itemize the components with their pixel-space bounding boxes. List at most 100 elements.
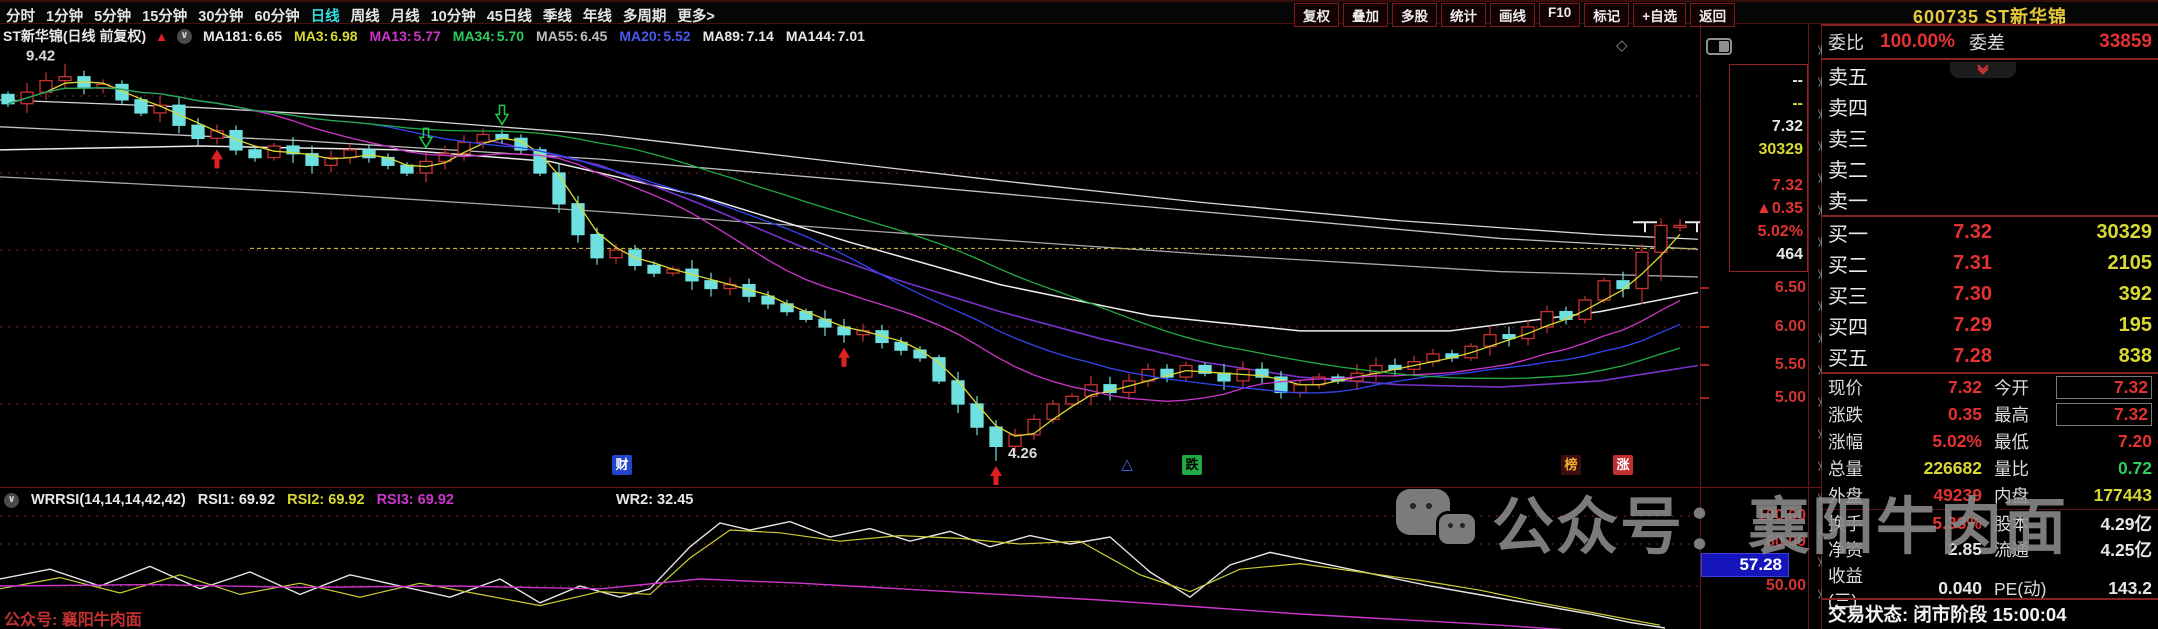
- event-marker[interactable]: △: [1117, 455, 1137, 475]
- sell-order-row[interactable]: 卖一: [1822, 184, 2158, 215]
- chart-name-label: ST新华锦(日线 前复权): [3, 28, 147, 44]
- period-tab[interactable]: 分时: [6, 5, 35, 26]
- period-tab[interactable]: 季线: [543, 5, 572, 26]
- indicator-header: ∨ WRRSI(14,14,14,42,42) RSI1: 69.92 RSI2:…: [0, 489, 1700, 511]
- indicator-axis-label: 80.00: [1765, 533, 1806, 550]
- weicha-value: 33859: [2099, 31, 2152, 52]
- expand-orderbook-tab[interactable]: [1950, 60, 2016, 78]
- axis-tick: [1700, 326, 1709, 328]
- period-tab[interactable]: 60分钟: [254, 5, 299, 26]
- svg-text:4.26: 4.26: [1008, 445, 1037, 462]
- indicator-axis-label: 50.00: [1765, 577, 1806, 594]
- ma-value: MA181: 6.65: [202, 28, 283, 44]
- stat-row: 外盘 49239 内盘 177443: [1828, 485, 2152, 506]
- buy-order-row[interactable]: 买一 7.32 30329: [1822, 217, 2158, 248]
- event-marker[interactable]: 涨: [1613, 455, 1633, 475]
- split-window-icon[interactable]: [1706, 38, 1732, 55]
- mini-quote-value: 30329: [1758, 141, 1804, 158]
- period-tab[interactable]: 1分钟: [46, 5, 83, 26]
- toolbar-button[interactable]: 画线: [1490, 3, 1535, 27]
- buy-order-row[interactable]: 买五 7.28 838: [1822, 341, 2158, 372]
- mini-quote-value: 5.02%: [1757, 223, 1803, 240]
- indicator-formula: WRRSI(14,14,14,42,42): [31, 492, 186, 508]
- toolbar-buttons: 复权 叠加 多股 统计 画线 F10 标记 +自选 返回: [1294, 3, 1736, 27]
- ma-value: MA55: 6.45: [536, 28, 608, 44]
- indicator-value: RSI1: 69.92: [197, 492, 276, 508]
- indicator-axis-label: 100.00: [1757, 507, 1806, 524]
- trading-terminal: 分时 1分钟 5分钟 15分钟 30分钟 60分钟 日线 周线 月线 10分钟 45日线 季线 年线 多周…: [0, 0, 2158, 629]
- buy-order-row[interactable]: 买二 7.31 2105: [1822, 248, 2158, 279]
- svg-text:9.42: 9.42: [26, 48, 55, 65]
- sell-order-row[interactable]: 卖二: [1822, 153, 2158, 184]
- mini-quote-value: 7.32: [1771, 177, 1803, 194]
- ma-value: MA144: 7.01: [785, 28, 865, 44]
- up-arrow-icon: ▲: [155, 28, 168, 44]
- quote-panel: 委比 100.00% 委差 33859 卖五 卖四 卖三 卖二 卖一 买一 7.…: [1822, 24, 2158, 629]
- period-tab[interactable]: 10分钟: [431, 5, 476, 26]
- sell-orders: 卖五 卖四 卖三 卖二 卖一: [1822, 60, 2158, 215]
- toolbar-button[interactable]: 标记: [1584, 3, 1630, 27]
- sell-order-row[interactable]: 卖四: [1822, 91, 2158, 122]
- buy-order-row[interactable]: 买三 7.30 392: [1822, 279, 2158, 310]
- period-tab[interactable]: 更多>: [677, 5, 714, 26]
- weibi-label: 委比: [1828, 33, 1864, 53]
- event-marker[interactable]: 榜: [1561, 455, 1581, 475]
- period-tab[interactable]: 45日线: [487, 5, 532, 26]
- period-tab[interactable]: 日线: [311, 5, 340, 26]
- toolbar-button[interactable]: 返回: [1690, 3, 1736, 27]
- sell-order-row[interactable]: 卖三: [1822, 122, 2158, 153]
- stock-stats: 现价 7.32 今开 7.32 涨跌 0.35 最高 7.32 涨幅 5.02% 最低 7.…: [1822, 374, 2158, 611]
- indicator-value: RSI3: 69.92: [376, 492, 454, 508]
- order-queue-strip[interactable]: 卖卖卖卖卖卖卖卖卖卖买买买买买买买买: [1808, 24, 1828, 629]
- ma-value: MA3: 6.98: [294, 28, 358, 44]
- event-marker[interactable]: 财: [612, 455, 632, 475]
- period-tab[interactable]: 月线: [391, 5, 420, 26]
- mini-quote-value: 464: [1776, 246, 1803, 263]
- price-axis-label: 5.50: [1774, 356, 1806, 373]
- period-tab[interactable]: 15分钟: [142, 5, 187, 26]
- period-tab[interactable]: 30分钟: [198, 5, 243, 26]
- diamond-icon[interactable]: ◇: [1616, 36, 1628, 54]
- mini-quote-value: ▲0.35: [1756, 200, 1803, 217]
- toolbar-button[interactable]: 叠加: [1343, 3, 1388, 27]
- weicha-label: 委差: [1969, 33, 2006, 53]
- toolbar-button[interactable]: 复权: [1294, 3, 1339, 27]
- stat-row: 收益(三) 0.040 PE(动) 143.2: [1828, 566, 2152, 611]
- toolbar-button[interactable]: 多股: [1392, 3, 1437, 27]
- event-marker[interactable]: 跌: [1182, 455, 1202, 475]
- period-tab[interactable]: 5分钟: [94, 5, 131, 26]
- toolbar-button[interactable]: 统计: [1441, 3, 1486, 27]
- mini-quote-value: --: [1792, 72, 1803, 89]
- mini-quote-box: -- -- 7.32 30329 7.32 ▲0.35 5.02% 464: [1729, 64, 1808, 272]
- ma-value: MA20: 5.52: [619, 28, 691, 44]
- buy-order-row[interactable]: 买四 7.29 195: [1822, 310, 2158, 341]
- toolbar-button[interactable]: F10: [1539, 3, 1581, 27]
- ma-value: MA34: 5.70: [452, 28, 525, 44]
- price-axis-label: 6.50: [1774, 279, 1806, 296]
- price-axis-label: 6.00: [1774, 318, 1806, 335]
- indicator-current-value-badge: 57.28: [1701, 553, 1789, 577]
- ma-value: MA89: 7.14: [702, 28, 774, 44]
- watermark-small: 公众号: 襄阳牛肉面: [4, 612, 142, 629]
- weibi-value: 100.00%: [1880, 31, 1956, 52]
- stat-row: 净资 2.85 流通 4.25亿: [1828, 539, 2152, 560]
- toolbar-button[interactable]: +自选: [1633, 3, 1687, 27]
- period-tab[interactable]: 周线: [351, 5, 380, 26]
- indicator-chart[interactable]: [0, 512, 1700, 629]
- period-tab[interactable]: 多周期: [623, 5, 667, 26]
- collapse-chart-icon[interactable]: ∨: [176, 28, 192, 44]
- collapse-indicator-icon[interactable]: ∨: [4, 492, 19, 508]
- stat-row: 涨幅 5.02% 最低 7.20: [1828, 431, 2152, 452]
- weibi-row: 委比 100.00% 委差 33859: [1822, 24, 2158, 60]
- axis-tick: [1700, 287, 1709, 289]
- period-tab[interactable]: 年线: [583, 5, 612, 26]
- ma-values: MA181: 6.65 MA3: 6.98 MA13: 5.77 MA34: 5.70 MA55…: [201, 28, 865, 44]
- trading-status-bar: 交易状态: 闭市阶段 15:00:04: [1822, 598, 2158, 629]
- wr2-value: WR2: 32.45: [615, 492, 694, 508]
- top-menu-bar: 分时 1分钟 5分钟 15分钟 30分钟 60分钟 日线 周线 月线 10分钟 45日线 季线 年线 多周…: [0, 0, 2158, 27]
- main-chart-header: ST新华锦(日线 前复权) ▲ ∨ MA181: 6.65 MA3: 6.98 MA13…: [0, 25, 1700, 47]
- stat-row: 换手 5.33% 股本 4.29亿: [1822, 509, 2158, 536]
- panel-divider[interactable]: [0, 487, 1822, 488]
- main-chart[interactable]: 9.42 4.26: [0, 48, 1700, 487]
- indicator-value: RSI2: 69.92: [287, 492, 365, 508]
